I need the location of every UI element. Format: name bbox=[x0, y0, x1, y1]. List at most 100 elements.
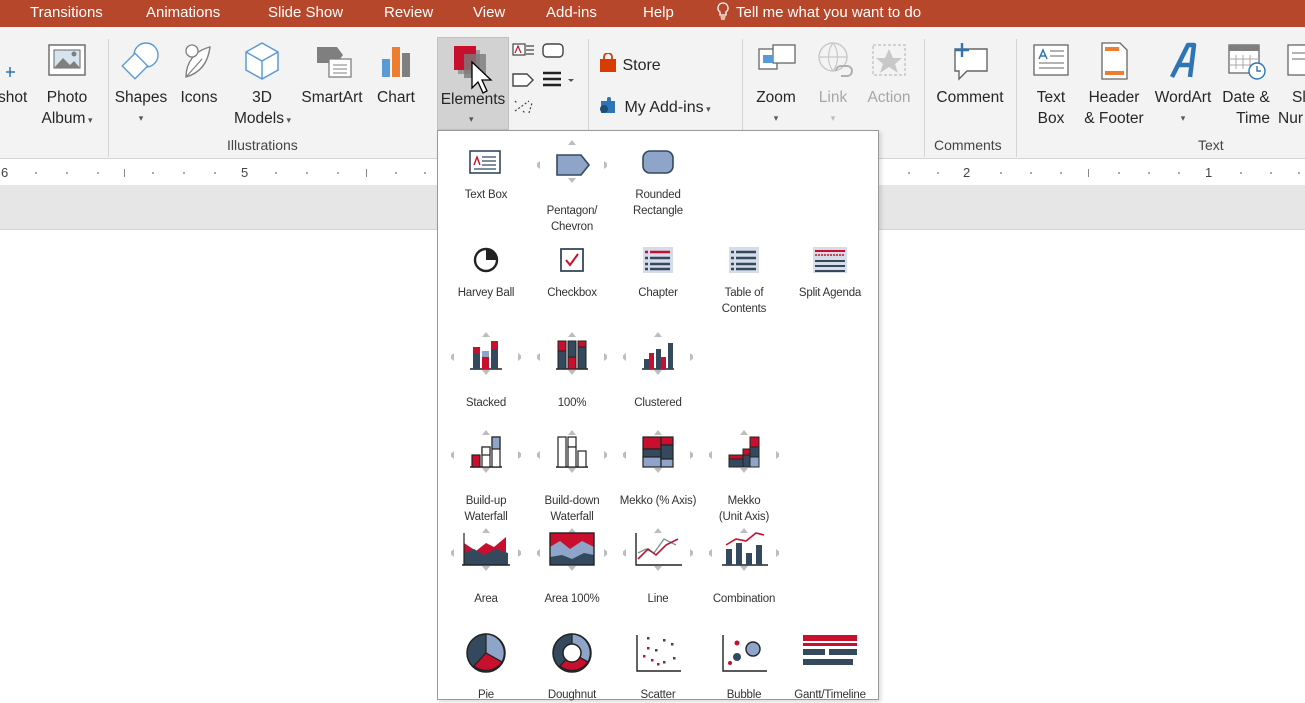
gallery-item-stacked[interactable]: Stacked bbox=[443, 327, 529, 411]
mekko-percent-axis-icon bbox=[623, 430, 693, 473]
gallery-item-bubble[interactable]: Bubble bbox=[701, 629, 787, 703]
gallery-item-clustered[interactable]: Clustered bbox=[615, 327, 701, 411]
comment-icon bbox=[954, 43, 988, 81]
zoom-icon bbox=[758, 44, 796, 70]
photo-album-button[interactable]: Photo Album ▾ bbox=[37, 37, 97, 131]
3d-models-button[interactable]: 3D Models ▾ bbox=[234, 37, 291, 131]
ruler-number: 2 bbox=[963, 165, 971, 180]
gallery-item-harvey-ball[interactable]: Harvey Ball bbox=[443, 243, 529, 301]
tab-review[interactable]: Review bbox=[384, 0, 433, 27]
header-footer-button[interactable]: Header & Footer bbox=[1080, 37, 1148, 129]
tab-help[interactable]: Help bbox=[643, 0, 674, 27]
chevron-down-icon: ▾ bbox=[703, 104, 711, 114]
group-divider bbox=[108, 39, 109, 157]
cube-icon bbox=[245, 42, 279, 80]
group-divider bbox=[924, 39, 925, 157]
gallery-item-area[interactable]: Area bbox=[443, 523, 529, 607]
gallery-item-doughnut[interactable]: Doughnut bbox=[529, 629, 615, 703]
gallery-item-mekko-percent-axis[interactable]: Mekko (% Axis) bbox=[615, 425, 701, 509]
tab-add-ins[interactable]: Add-ins bbox=[546, 0, 597, 27]
shapes-button[interactable]: Shapes ▾ bbox=[112, 37, 170, 129]
gallery-item-pentagon-chevron[interactable]: Pentagon/ Chevron bbox=[529, 135, 615, 235]
screenshot-icon bbox=[5, 67, 15, 77]
gallery-item-area-100[interactable]: Area 100% bbox=[529, 523, 615, 607]
ruler-number: 6 bbox=[1, 165, 9, 180]
screenshot-button[interactable]: shot bbox=[0, 37, 27, 108]
gallery-item-build-down-waterfall[interactable]: Build-down Waterfall bbox=[529, 425, 615, 525]
ribbon-tab-bar: Transitions Animations Slide Show Review… bbox=[0, 0, 1305, 27]
photo-album-icon bbox=[48, 44, 86, 76]
gallery-item-rounded-rectangle[interactable]: Rounded Rectangle bbox=[615, 145, 701, 219]
wordart-icon bbox=[1169, 42, 1197, 79]
group-label-text: Text bbox=[1198, 137, 1224, 153]
gallery-item-scatter[interactable]: Scatter bbox=[615, 629, 701, 703]
table-of-contents-icon bbox=[729, 247, 759, 273]
clustered-chart-icon bbox=[623, 332, 693, 375]
gallery-item-checkbox[interactable]: Checkbox bbox=[529, 243, 615, 301]
lightbulb-icon bbox=[717, 2, 729, 20]
action-button[interactable]: Action bbox=[864, 37, 914, 108]
gallery-item-100-percent[interactable]: 100% bbox=[529, 327, 615, 411]
tab-view[interactable]: View bbox=[473, 0, 505, 27]
chevron-down-icon: ▾ bbox=[1180, 113, 1186, 123]
smartart-button[interactable]: SmartArt bbox=[298, 37, 366, 108]
stacked-chart-icon bbox=[451, 332, 521, 375]
ruler-number: 5 bbox=[241, 165, 249, 180]
area-chart-icon bbox=[451, 528, 521, 571]
tell-me-box[interactable]: Tell me what you want to do bbox=[716, 0, 921, 27]
gallery-item-gantt-timeline[interactable]: Gantt/Timeline bbox=[787, 629, 873, 703]
store-button[interactable]: Store bbox=[598, 52, 661, 76]
tab-animations[interactable]: Animations bbox=[146, 0, 220, 27]
checkbox-icon bbox=[560, 248, 584, 272]
element-shortcuts-icons bbox=[512, 43, 574, 114]
tab-slide-show[interactable]: Slide Show bbox=[268, 0, 343, 27]
gallery-item-table-of-contents[interactable]: Table of Contents bbox=[701, 243, 787, 317]
link-button[interactable]: Link ▾ bbox=[812, 37, 854, 129]
slide-number-button[interactable]: Sli Nur bbox=[1278, 37, 1305, 129]
tab-transitions[interactable]: Transitions bbox=[30, 0, 103, 27]
gallery-item-text-box[interactable]: Text Box bbox=[443, 145, 529, 203]
chevron-down-icon: ▾ bbox=[85, 115, 93, 125]
chapter-icon bbox=[643, 247, 673, 273]
gallery-item-chapter[interactable]: Chapter bbox=[615, 243, 701, 301]
calendar-clock-icon bbox=[1228, 44, 1266, 80]
text-box-button[interactable]: Text Box bbox=[1028, 37, 1074, 129]
gallery-item-pie[interactable]: Pie bbox=[443, 629, 529, 703]
group-label-illustrations: Illustrations bbox=[227, 137, 298, 153]
gallery-item-split-agenda[interactable]: Split Agenda bbox=[787, 243, 873, 301]
build-up-waterfall-icon bbox=[451, 430, 521, 473]
zoom-button[interactable]: Zoom ▾ bbox=[750, 37, 802, 129]
text-box-icon bbox=[1033, 44, 1069, 76]
gallery-item-mekko-unit-axis[interactable]: Mekko (Unit Axis) bbox=[701, 425, 787, 525]
chevron-down-icon: ▾ bbox=[773, 113, 779, 123]
elements-button[interactable]: Elements ▾ bbox=[437, 37, 509, 130]
my-add-ins-button[interactable]: My Add-ins ▾ bbox=[598, 95, 711, 120]
date-time-button[interactable]: Date & Time bbox=[1218, 37, 1274, 129]
scatter-chart-icon bbox=[636, 635, 681, 672]
wordart-button[interactable]: WordArt ▾ bbox=[1152, 37, 1214, 129]
gallery-item-combination[interactable]: Combination bbox=[701, 523, 787, 607]
link-icon bbox=[818, 42, 853, 77]
elements-gallery: Text Box Pentagon/ Chevron Rounded Recta… bbox=[437, 130, 879, 703]
pie-chart-icon bbox=[466, 633, 506, 673]
icons-button[interactable]: Icons bbox=[175, 37, 223, 108]
text-box-element-icon bbox=[469, 150, 501, 174]
chevron-down-icon: ▾ bbox=[283, 115, 291, 125]
chevron-down-icon: ▾ bbox=[138, 113, 144, 123]
chart-icon bbox=[382, 47, 410, 77]
comment-button[interactable]: Comment bbox=[930, 37, 1010, 108]
slide-number-icon bbox=[1287, 44, 1305, 76]
pentagon-chevron-icon bbox=[537, 140, 607, 183]
icons-icon bbox=[185, 44, 211, 78]
mekko-unit-axis-icon bbox=[709, 430, 779, 473]
chart-button[interactable]: Chart bbox=[372, 37, 420, 108]
area-100-chart-icon bbox=[537, 528, 607, 571]
gallery-item-build-up-waterfall[interactable]: Build-up Waterfall bbox=[443, 425, 529, 525]
group-divider bbox=[1016, 39, 1017, 157]
gantt-timeline-icon bbox=[803, 635, 857, 665]
chevron-down-icon: ▾ bbox=[830, 113, 836, 123]
rounded-rectangle-icon bbox=[642, 150, 674, 174]
chevron-down-icon: ▾ bbox=[469, 114, 474, 124]
add-ins-icon bbox=[600, 97, 615, 113]
gallery-item-line[interactable]: Line bbox=[615, 523, 701, 607]
